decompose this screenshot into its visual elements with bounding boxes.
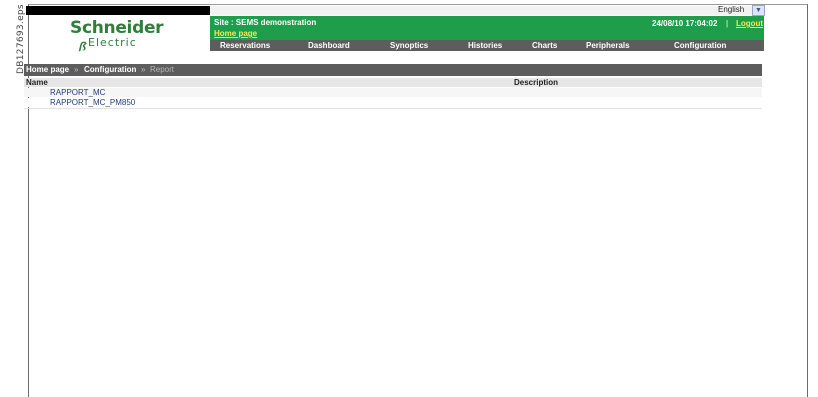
nav-dashboard[interactable]: Dashboard: [308, 41, 350, 50]
report-name[interactable]: RAPPORT_MC: [50, 88, 105, 97]
breadcrumb-report: Report: [150, 65, 175, 74]
top-gray-bar: [210, 6, 764, 15]
top-black-bar: [26, 6, 210, 15]
column-header-name[interactable]: Name: [26, 78, 48, 87]
breadcrumb-configuration[interactable]: Configuration: [84, 65, 136, 74]
table-row[interactable]: RAPPORT_MC: [24, 88, 762, 97]
logo-text-bottom: Electric: [88, 36, 137, 49]
table-row[interactable]: RAPPORT_MC_PM850: [24, 98, 762, 107]
report-name[interactable]: RAPPORT_MC_PM850: [50, 98, 135, 107]
site-title: Site : SEMS demonstration: [214, 18, 317, 27]
language-select[interactable]: English: [718, 5, 744, 14]
nav-histories[interactable]: Histories: [468, 41, 502, 50]
home-page-link[interactable]: Home page: [214, 29, 257, 38]
nav-configuration[interactable]: Configuration: [674, 41, 726, 50]
logo-text-top: Schneider: [70, 18, 164, 38]
logout-link[interactable]: Logout: [736, 19, 763, 28]
nav-peripherals[interactable]: Peripherals: [586, 41, 630, 50]
nav-charts[interactable]: Charts: [532, 41, 557, 50]
schneider-logo: Schneider Electric ꟗ: [70, 18, 180, 55]
breadcrumb-arrow-icon: »: [74, 65, 79, 74]
table-bottom-border: [24, 108, 762, 109]
breadcrumb-arrow-icon: »: [141, 65, 146, 74]
page-frame: [28, 4, 808, 397]
header-separator: |: [726, 19, 729, 28]
nav-synoptics[interactable]: Synoptics: [390, 41, 428, 50]
breadcrumb-home[interactable]: Home page: [26, 65, 69, 74]
nav-reservations[interactable]: Reservations: [220, 41, 270, 50]
column-header-description[interactable]: Description: [514, 78, 558, 87]
chevron-down-icon[interactable]: ▼: [752, 5, 765, 16]
logo-mark-icon: ꟗ: [78, 40, 86, 54]
table-header: [24, 78, 762, 87]
datetime: 24/08/10 17:04:02: [652, 19, 718, 28]
